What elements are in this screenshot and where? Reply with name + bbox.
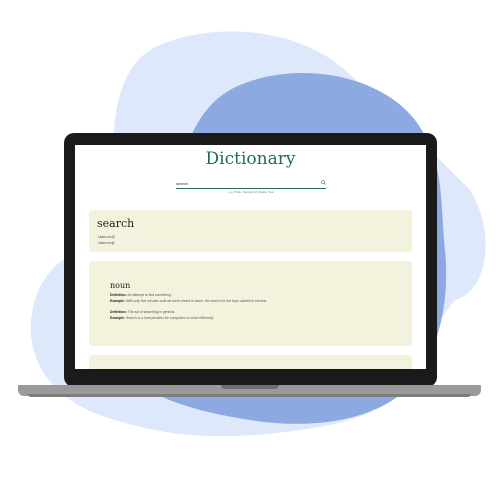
search-input[interactable] [176,179,316,187]
phonetic-text: /sɝtʃ/ [107,241,115,245]
word-card: search Listen /sɜːtʃ/ Listen /sɝtʃ/ [89,210,412,252]
example-label: Example: [110,299,126,303]
example-label: Example: [110,316,126,320]
phonetic-text: /sɜːtʃ/ [107,235,115,239]
listen-link[interactable]: Listen [98,235,107,239]
example-line: Example: With only five minutes until we… [110,299,267,303]
example-text: Search is a hard problem for computers t… [126,316,214,320]
definition-label: Definition: [110,293,127,297]
listen-link[interactable]: Listen [98,241,107,245]
laptop-notch [221,385,279,389]
phonetic-row: Listen /sɜːtʃ/ [98,235,115,239]
definition-line: Definition: The act of searching in gene… [110,310,175,314]
next-meaning-card [89,355,412,369]
phonetic-row: Listen /sɝtʃ/ [98,241,114,245]
word-heading: search [97,217,135,230]
search-icon[interactable] [321,180,326,185]
part-of-speech: noun [110,281,131,290]
example-text: With only five minutes until we were mea… [126,299,268,303]
definition-text: The act of searching in general. [127,310,176,314]
definition-line: Definition: An attempt to find something… [110,293,172,297]
app-title: Dictionary [205,149,296,169]
definition-text: An attempt to find something. [127,293,172,297]
meaning-card: noun Definition: An attempt to find some… [89,261,412,346]
laptop-base-edge [28,394,471,397]
definition-label: Definition: [110,310,127,314]
search-hint: e.g. Pride, Peppermill, Maize, Star [228,190,274,194]
laptop-screen: Dictionary e.g. Pride, Peppermill, Maize… [75,145,426,369]
example-line: Example: Search is a hard problem for co… [110,316,214,320]
search-bar[interactable] [176,179,326,189]
